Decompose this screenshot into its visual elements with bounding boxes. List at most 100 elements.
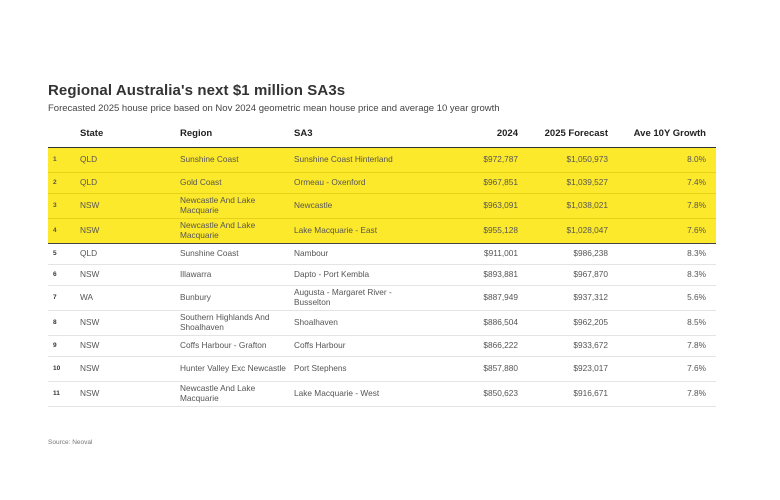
cell-rank: 2 — [48, 172, 80, 194]
table-row: 11 NSW Newcastle And Lake Macquarie Lake Ma… — [48, 381, 716, 407]
cell-rank: 10 — [48, 356, 80, 382]
cell-state: NSW — [80, 310, 180, 336]
cell-region: Coffs Harbour - Grafton — [180, 335, 294, 357]
table-body: 1 QLD Sunshine Coast Sunshine Coast Hinterl… — [48, 147, 716, 407]
cell-sa3: Coffs Harbour — [294, 335, 408, 357]
column-header-2024: 2024 — [408, 128, 518, 148]
cell-region: Gold Coast — [180, 172, 294, 194]
cell-state: NSW — [80, 356, 180, 382]
column-header-region: Region — [180, 128, 294, 148]
cell-growth: 7.8% — [608, 381, 716, 407]
cell-rank: 11 — [48, 381, 80, 407]
cell-rank: 3 — [48, 193, 80, 219]
price-table: State Region SA3 2024 2025 Forecast Ave … — [48, 128, 716, 407]
cell-sa3: Shoalhaven — [294, 310, 408, 336]
cell-price-2024: $963,091 — [408, 193, 518, 219]
cell-price-2025-forecast: $933,672 — [518, 335, 608, 357]
cell-price-2025-forecast: $962,205 — [518, 310, 608, 336]
table-header-row: State Region SA3 2024 2025 Forecast Ave … — [48, 128, 716, 148]
table-row: 3 NSW Newcastle And Lake Macquarie Newcastl… — [48, 193, 716, 219]
cell-growth: 7.6% — [608, 218, 716, 244]
table-row: 7 WA Bunbury Augusta - Margaret River - Bus… — [48, 285, 716, 311]
cell-price-2024: $955,128 — [408, 218, 518, 244]
column-header-2025-forecast: 2025 Forecast — [518, 128, 608, 148]
cell-rank: 9 — [48, 335, 80, 357]
source-note: Source: Neoval — [48, 439, 93, 446]
cell-price-2025-forecast: $967,870 — [518, 264, 608, 286]
cell-price-2024: $887,949 — [408, 285, 518, 311]
cell-state: NSW — [80, 381, 180, 407]
cell-sa3: Sunshine Coast Hinterland — [294, 147, 408, 173]
cell-price-2024: $866,222 — [408, 335, 518, 357]
cell-state: NSW — [80, 218, 180, 244]
cell-rank: 6 — [48, 264, 80, 286]
column-header-sa3: SA3 — [294, 128, 408, 148]
table-row: 1 QLD Sunshine Coast Sunshine Coast Hinterl… — [48, 147, 716, 173]
cell-price-2025-forecast: $1,028,047 — [518, 218, 608, 244]
table-row: 5 QLD Sunshine Coast Nambour $911,001 $986,23… — [48, 243, 716, 265]
cell-state: NSW — [80, 335, 180, 357]
cell-price-2025-forecast: $1,038,021 — [518, 193, 608, 219]
cell-price-2025-forecast: $1,050,973 — [518, 147, 608, 173]
table-row: 6 NSW Illawarra Dapto - Port Kembla $893,881… — [48, 264, 716, 286]
cell-region: Hunter Valley Exc Newcastle — [180, 356, 294, 382]
chart-title: Regional Australia's next $1 million SA3… — [48, 82, 346, 99]
cell-rank: 1 — [48, 147, 80, 173]
table-row: 2 QLD Gold Coast Ormeau - Oxenford $967,851 $… — [48, 172, 716, 194]
cell-price-2025-forecast: $916,671 — [518, 381, 608, 407]
cell-sa3: Lake Macquarie - West — [294, 381, 408, 407]
cell-price-2025-forecast: $986,238 — [518, 243, 608, 265]
cell-region: Bunbury — [180, 285, 294, 311]
cell-growth: 8.0% — [608, 147, 716, 173]
cell-state: NSW — [80, 193, 180, 219]
cell-growth: 7.8% — [608, 193, 716, 219]
cell-growth: 7.8% — [608, 335, 716, 357]
cell-state: WA — [80, 285, 180, 311]
cell-price-2024: $972,787 — [408, 147, 518, 173]
cell-rank: 8 — [48, 310, 80, 336]
cell-sa3: Lake Macquarie - East — [294, 218, 408, 244]
cell-price-2024: $850,623 — [408, 381, 518, 407]
table-row: 8 NSW Southern Highlands And Shoalhaven Sho… — [48, 310, 716, 336]
cell-rank: 4 — [48, 218, 80, 244]
cell-growth: 7.4% — [608, 172, 716, 194]
cell-price-2024: $857,880 — [408, 356, 518, 382]
cell-growth: 8.3% — [608, 264, 716, 286]
chart-container: Regional Australia's next $1 million SA3… — [48, 82, 716, 407]
cell-price-2024: $911,001 — [408, 243, 518, 265]
cell-price-2025-forecast: $937,312 — [518, 285, 608, 311]
cell-state: QLD — [80, 172, 180, 194]
cell-price-2025-forecast: $1,039,527 — [518, 172, 608, 194]
cell-growth: 8.5% — [608, 310, 716, 336]
cell-price-2024: $893,881 — [408, 264, 518, 286]
cell-price-2024: $967,851 — [408, 172, 518, 194]
cell-growth: 7.6% — [608, 356, 716, 382]
table-row: 9 NSW Coffs Harbour - Grafton Coffs Harbour… — [48, 335, 716, 357]
cell-sa3: Nambour — [294, 243, 408, 265]
cell-region: Sunshine Coast — [180, 243, 294, 265]
cell-rank: 5 — [48, 243, 80, 265]
cell-sa3: Ormeau - Oxenford — [294, 172, 408, 194]
cell-sa3: Port Stephens — [294, 356, 408, 382]
cell-state: QLD — [80, 243, 180, 265]
cell-price-2025-forecast: $923,017 — [518, 356, 608, 382]
cell-rank: 7 — [48, 285, 80, 311]
chart-subtitle: Forecasted 2025 house price based on Nov… — [48, 103, 500, 114]
cell-sa3: Newcastle — [294, 193, 408, 219]
table-row: 4 NSW Newcastle And Lake Macquarie Lake Mac… — [48, 218, 716, 244]
cell-state: NSW — [80, 264, 180, 286]
cell-region: Southern Highlands And Shoalhaven — [180, 310, 294, 336]
cell-state: QLD — [80, 147, 180, 173]
table-row: 10 NSW Hunter Valley Exc Newcastle Port Ste… — [48, 356, 716, 382]
cell-region: Sunshine Coast — [180, 147, 294, 173]
cell-sa3: Augusta - Margaret River - Busselton — [294, 285, 408, 311]
cell-region: Newcastle And Lake Macquarie — [180, 218, 294, 244]
cell-growth: 5.6% — [608, 285, 716, 311]
cell-growth: 8.3% — [608, 243, 716, 265]
cell-price-2024: $886,504 — [408, 310, 518, 336]
cell-region: Illawarra — [180, 264, 294, 286]
cell-region: Newcastle And Lake Macquarie — [180, 381, 294, 407]
column-header-state: State — [80, 128, 180, 148]
cell-sa3: Dapto - Port Kembla — [294, 264, 408, 286]
column-header-growth: Ave 10Y Growth — [608, 128, 716, 148]
